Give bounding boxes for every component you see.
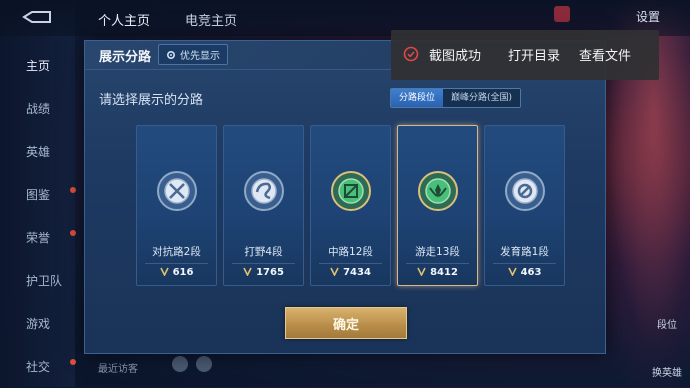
sidebar-item-hero[interactable]: 英雄 bbox=[0, 130, 75, 173]
lane-card-adc[interactable]: 发育路1段 463 bbox=[484, 125, 565, 286]
priority-display-button[interactable]: 优先显示 bbox=[158, 44, 228, 65]
lane-display-dialog: 展示分路 优先显示 请选择展示的分路 分路段位 巅峰分路(全国) 对抗路2段 6… bbox=[84, 40, 606, 354]
laurel-icon bbox=[417, 267, 426, 276]
toast-message: 截图成功 bbox=[429, 49, 482, 64]
lane-score: 616 bbox=[137, 267, 216, 278]
priority-display-label: 优先显示 bbox=[180, 51, 220, 62]
open-directory-link[interactable]: 打开目录 bbox=[508, 45, 560, 64]
sidebar-item-label: 游戏 bbox=[26, 317, 51, 331]
laurel-icon bbox=[330, 267, 339, 276]
sidebar-item-social[interactable]: 社交 bbox=[0, 345, 76, 388]
leaf-guard-icon bbox=[418, 171, 458, 211]
notification-dot bbox=[70, 230, 76, 236]
divider bbox=[319, 263, 382, 264]
sidebar-item-honor[interactable]: 荣誉 bbox=[0, 216, 76, 259]
lane-name: 对抗路2段 bbox=[152, 246, 201, 258]
sidebar-item-label: 荣誉 bbox=[26, 231, 51, 245]
divider bbox=[406, 263, 469, 264]
score-value: 7434 bbox=[343, 267, 371, 278]
score-value: 616 bbox=[172, 267, 194, 278]
swirl-icon bbox=[244, 171, 284, 211]
screenshot-toast: 截图成功 打开目录 查看文件 bbox=[391, 30, 659, 80]
check-circle-icon bbox=[403, 46, 419, 62]
lane-card-jungle[interactable]: 打野4段 1765 bbox=[223, 125, 304, 286]
lane-score: 8412 bbox=[398, 267, 477, 278]
lane-score: 7434 bbox=[311, 267, 390, 278]
avatar[interactable] bbox=[554, 6, 570, 22]
lane-name: 中路12段 bbox=[328, 246, 373, 258]
rank-side-button[interactable]: 段位 bbox=[652, 316, 682, 331]
lane-card-roam[interactable]: 游走13段 8412 bbox=[397, 125, 478, 286]
back-icon[interactable] bbox=[22, 10, 54, 24]
sidebar-item-codex[interactable]: 图鉴 bbox=[0, 173, 76, 216]
lane-name: 打野4段 bbox=[244, 246, 283, 258]
sidebar-item-label: 主页 bbox=[26, 59, 51, 73]
laurel-icon bbox=[243, 267, 252, 276]
lane-mode-toggle: 分路段位 巅峰分路(全国) bbox=[390, 88, 522, 108]
score-value: 1765 bbox=[256, 267, 284, 278]
confirm-button[interactable]: 确定 bbox=[285, 307, 407, 339]
divider bbox=[232, 263, 295, 264]
sidebar-item-label: 社交 bbox=[26, 360, 51, 374]
sidebar-item-label: 护卫队 bbox=[26, 274, 63, 288]
sidebar-item-home[interactable]: 主页 bbox=[0, 44, 75, 87]
settings-button[interactable]: 设置 bbox=[636, 8, 660, 25]
sidebar: 主页 战绩 英雄 图鉴 荣誉 护卫队 游戏 社交 bbox=[0, 44, 76, 388]
notification-dot bbox=[70, 187, 76, 193]
view-file-link[interactable]: 查看文件 bbox=[579, 45, 631, 64]
divider bbox=[493, 263, 556, 264]
lane-name: 游走13段 bbox=[415, 246, 460, 258]
sidebar-item-game[interactable]: 游戏 bbox=[0, 302, 75, 345]
lane-card-list: 对抗路2段 616 打野4段 1765 中路12段 7434 游走13段 841… bbox=[136, 125, 565, 286]
sidebar-item-guard[interactable]: 护卫队 bbox=[0, 259, 75, 302]
change-hero-button[interactable]: 换英雄 bbox=[652, 364, 682, 379]
sword-cross-icon bbox=[157, 171, 197, 211]
visitor-avatar-icon[interactable] bbox=[196, 356, 212, 372]
dialog-title: 展示分路 bbox=[99, 50, 152, 65]
tab-peak-lane[interactable]: 巅峰分路(全国) bbox=[443, 89, 521, 107]
tab-personal-home[interactable]: 个人主页 bbox=[98, 10, 150, 29]
sidebar-item-record[interactable]: 战绩 bbox=[0, 87, 75, 130]
score-value: 8412 bbox=[430, 267, 458, 278]
visitor-avatar-icon[interactable] bbox=[172, 356, 188, 372]
divider bbox=[145, 263, 208, 264]
lane-score: 1765 bbox=[224, 267, 303, 278]
diagonal-slash-icon bbox=[331, 171, 371, 211]
recent-visitors-label[interactable]: 最近访客 bbox=[98, 360, 138, 375]
sidebar-item-label: 战绩 bbox=[26, 102, 51, 116]
sidebar-item-label: 英雄 bbox=[26, 145, 51, 159]
lane-score: 463 bbox=[485, 267, 564, 278]
lane-card-top[interactable]: 对抗路2段 616 bbox=[136, 125, 217, 286]
notification-dot bbox=[70, 359, 76, 365]
target-icon bbox=[505, 171, 545, 211]
lane-name: 发育路1段 bbox=[500, 246, 549, 258]
gear-icon bbox=[166, 50, 176, 59]
laurel-icon bbox=[159, 267, 169, 276]
sidebar-item-label: 图鉴 bbox=[26, 188, 51, 202]
laurel-icon bbox=[507, 267, 517, 276]
tab-esports-home[interactable]: 电竞主页 bbox=[185, 10, 237, 29]
tab-lane-rank[interactable]: 分路段位 bbox=[391, 89, 444, 107]
lane-card-mid[interactable]: 中路12段 7434 bbox=[310, 125, 391, 286]
dialog-subtitle: 请选择展示的分路 bbox=[99, 93, 204, 108]
score-value: 463 bbox=[520, 267, 542, 278]
